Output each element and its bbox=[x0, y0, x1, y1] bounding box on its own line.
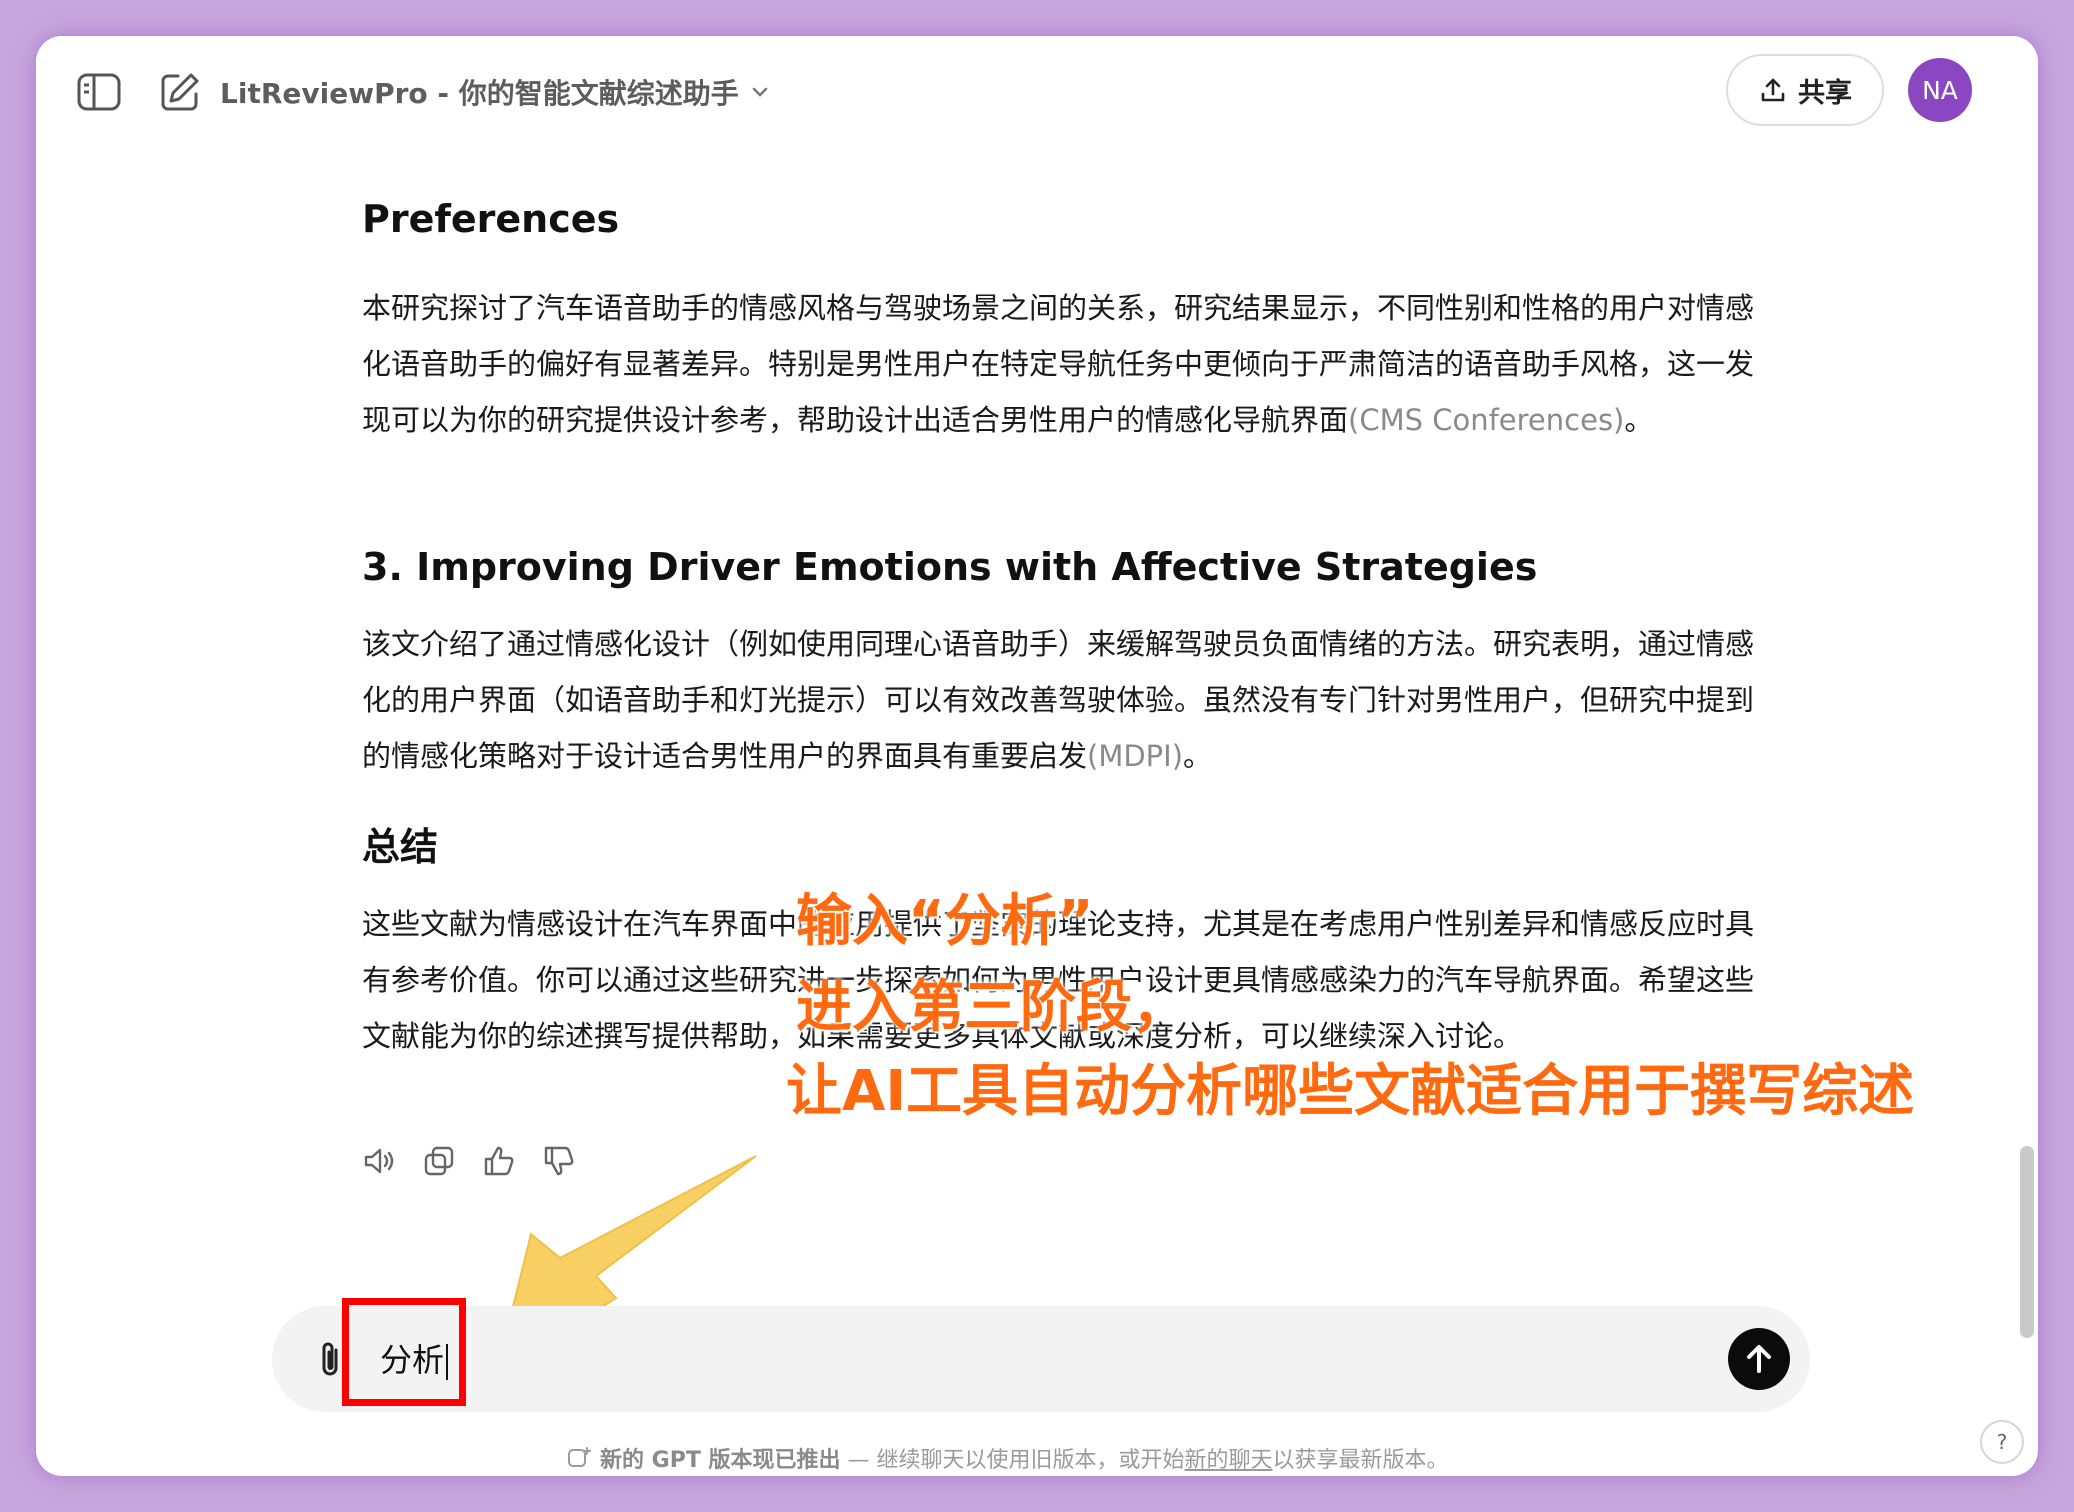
annotation-line-1: 输入“分析” bbox=[796, 889, 1094, 954]
read-aloud-icon[interactable] bbox=[362, 1144, 396, 1178]
app-title: LitReviewPro - 你的智能文献综述助手 bbox=[220, 77, 739, 110]
section-3-body: 该文介绍了通过情感化设计（例如使用同理心语音助手）来缓解驾驶员负面情绪的方法。研… bbox=[362, 627, 1755, 773]
citation-mdpi[interactable]: (MDPI) bbox=[1087, 739, 1183, 773]
app-window: LitReviewPro - 你的智能文献综述助手 共享 NA Preferen… bbox=[36, 36, 2038, 1476]
send-button[interactable] bbox=[1728, 1328, 1790, 1390]
section-2-title-tail: Preferences bbox=[362, 197, 620, 241]
message-composer: 分析 bbox=[272, 1306, 1810, 1412]
input-highlight-box bbox=[342, 1298, 466, 1406]
section-3-title: 3. Improving Driver Emotions with Affect… bbox=[362, 545, 1538, 589]
avatar[interactable]: NA bbox=[1908, 58, 1972, 122]
sidebar-toggle-icon[interactable] bbox=[76, 72, 122, 112]
new-model-icon bbox=[568, 1447, 591, 1467]
annotation-line-2: 进入第三阶段， bbox=[796, 975, 1188, 1040]
copy-icon[interactable] bbox=[422, 1144, 456, 1178]
chevron-down-icon bbox=[752, 87, 768, 97]
annotation-line-3: 让AI工具自动分析哪些文献适合用于撰写综述 bbox=[786, 1059, 1915, 1124]
summary-title: 总结 bbox=[362, 825, 439, 869]
upload-icon bbox=[1761, 78, 1785, 102]
new-chat-link[interactable]: 新的聊天 bbox=[1185, 1448, 1273, 1473]
header: LitReviewPro - 你的智能文献综述助手 共享 NA bbox=[36, 36, 2038, 148]
arrow-up-icon bbox=[1747, 1345, 1771, 1373]
share-button[interactable]: 共享 bbox=[1726, 54, 1884, 126]
new-chat-edit-icon[interactable] bbox=[158, 70, 202, 114]
section-2-body: 本研究探讨了汽车语音助手的情感风格与驾驶场景之间的关系，研究结果显示，不同性别和… bbox=[362, 291, 1755, 437]
help-button[interactable]: ? bbox=[1980, 1420, 2024, 1464]
citation-cms[interactable]: (CMS Conferences) bbox=[1348, 403, 1624, 437]
footer-notice: 新的 GPT 版本现已推出 — 继续聊天以使用旧版本，或开始新的聊天以获享最新版… bbox=[566, 1442, 1449, 1474]
model-title-dropdown[interactable]: LitReviewPro - 你的智能文献综述助手 bbox=[220, 72, 771, 112]
share-label: 共享 bbox=[1798, 77, 1852, 109]
scrollbar-thumb[interactable] bbox=[2020, 1146, 2034, 1338]
